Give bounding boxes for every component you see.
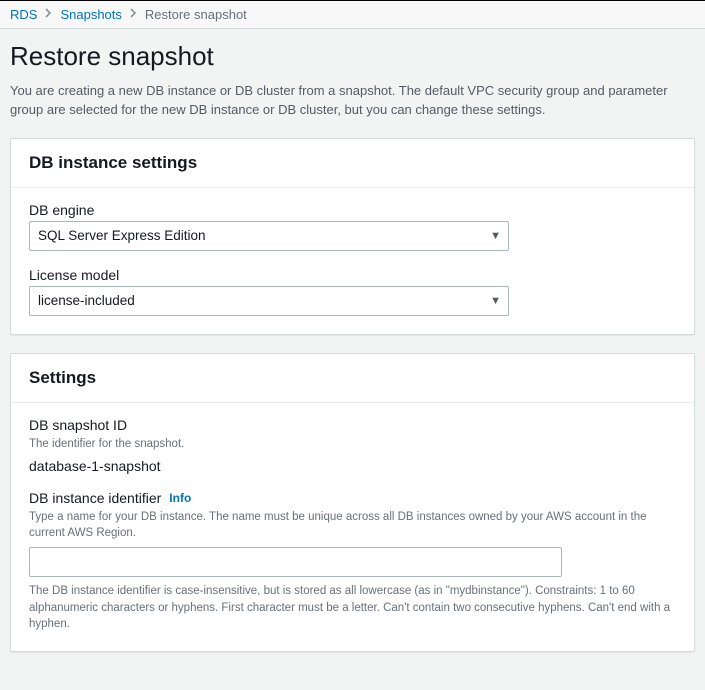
db-instance-identifier-label: DB instance identifier — [29, 490, 161, 506]
db-engine-select[interactable]: SQL Server Express Edition — [29, 221, 509, 251]
db-snapshot-id-label: DB snapshot ID — [29, 417, 676, 433]
panel-title-settings: Settings — [29, 368, 676, 388]
info-link[interactable]: Info — [169, 491, 191, 505]
db-snapshot-id-hint: The identifier for the snapshot. — [29, 436, 676, 452]
breadcrumb: RDS Snapshots Restore snapshot — [10, 7, 695, 22]
page-title: Restore snapshot — [10, 41, 695, 72]
panel-settings: Settings DB snapshot ID The identifier f… — [10, 353, 695, 652]
breadcrumb-snapshots[interactable]: Snapshots — [60, 7, 121, 22]
db-engine-label: DB engine — [29, 202, 676, 218]
db-instance-identifier-input[interactable] — [29, 547, 562, 577]
chevron-right-icon — [45, 8, 52, 21]
breadcrumb-current: Restore snapshot — [145, 7, 247, 22]
panel-title-db-instance: DB instance settings — [29, 153, 676, 173]
panel-db-instance-settings: DB instance settings DB engine SQL Serve… — [10, 138, 695, 335]
page-description: You are creating a new DB instance or DB… — [10, 82, 695, 120]
db-snapshot-id-value: database-1-snapshot — [29, 458, 676, 474]
license-model-label: License model — [29, 267, 676, 283]
breadcrumb-rds[interactable]: RDS — [10, 7, 37, 22]
db-instance-identifier-constraints: The DB instance identifier is case-insen… — [29, 583, 676, 633]
license-model-select[interactable]: license-included — [29, 286, 509, 316]
chevron-right-icon — [130, 8, 137, 21]
db-instance-identifier-hint: Type a name for your DB instance. The na… — [29, 509, 676, 541]
